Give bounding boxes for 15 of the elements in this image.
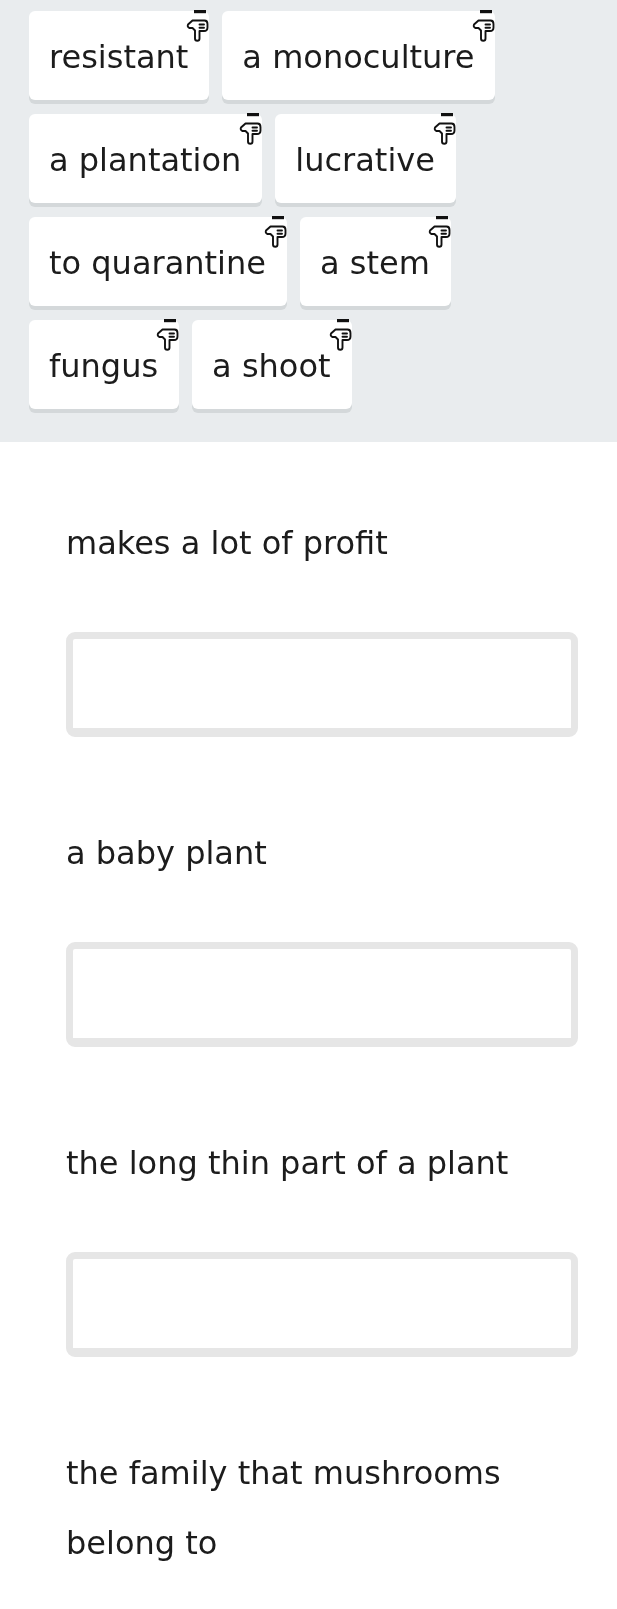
answer-box[interactable] (66, 942, 578, 1047)
pointing-hand-icon (426, 216, 451, 248)
pointing-hand-icon (471, 10, 496, 42)
prompt-text: makes a lot of profit (66, 523, 388, 564)
pointing-hand-icon (238, 113, 263, 145)
pointing-hand-icon (185, 10, 210, 42)
prompt-text: a baby plant (66, 833, 267, 874)
answer-box[interactable] (66, 632, 578, 737)
pointing-hand-icon (262, 216, 287, 248)
pointing-hand-icon (431, 113, 456, 145)
prompt-text: the family that mushrooms belong to (66, 1453, 502, 1564)
pointing-hand-icon (155, 319, 180, 351)
answer-box[interactable] (66, 1252, 578, 1357)
prompt-text: the long thin part of a plant (66, 1143, 509, 1184)
pointing-hand-icon (327, 319, 352, 351)
